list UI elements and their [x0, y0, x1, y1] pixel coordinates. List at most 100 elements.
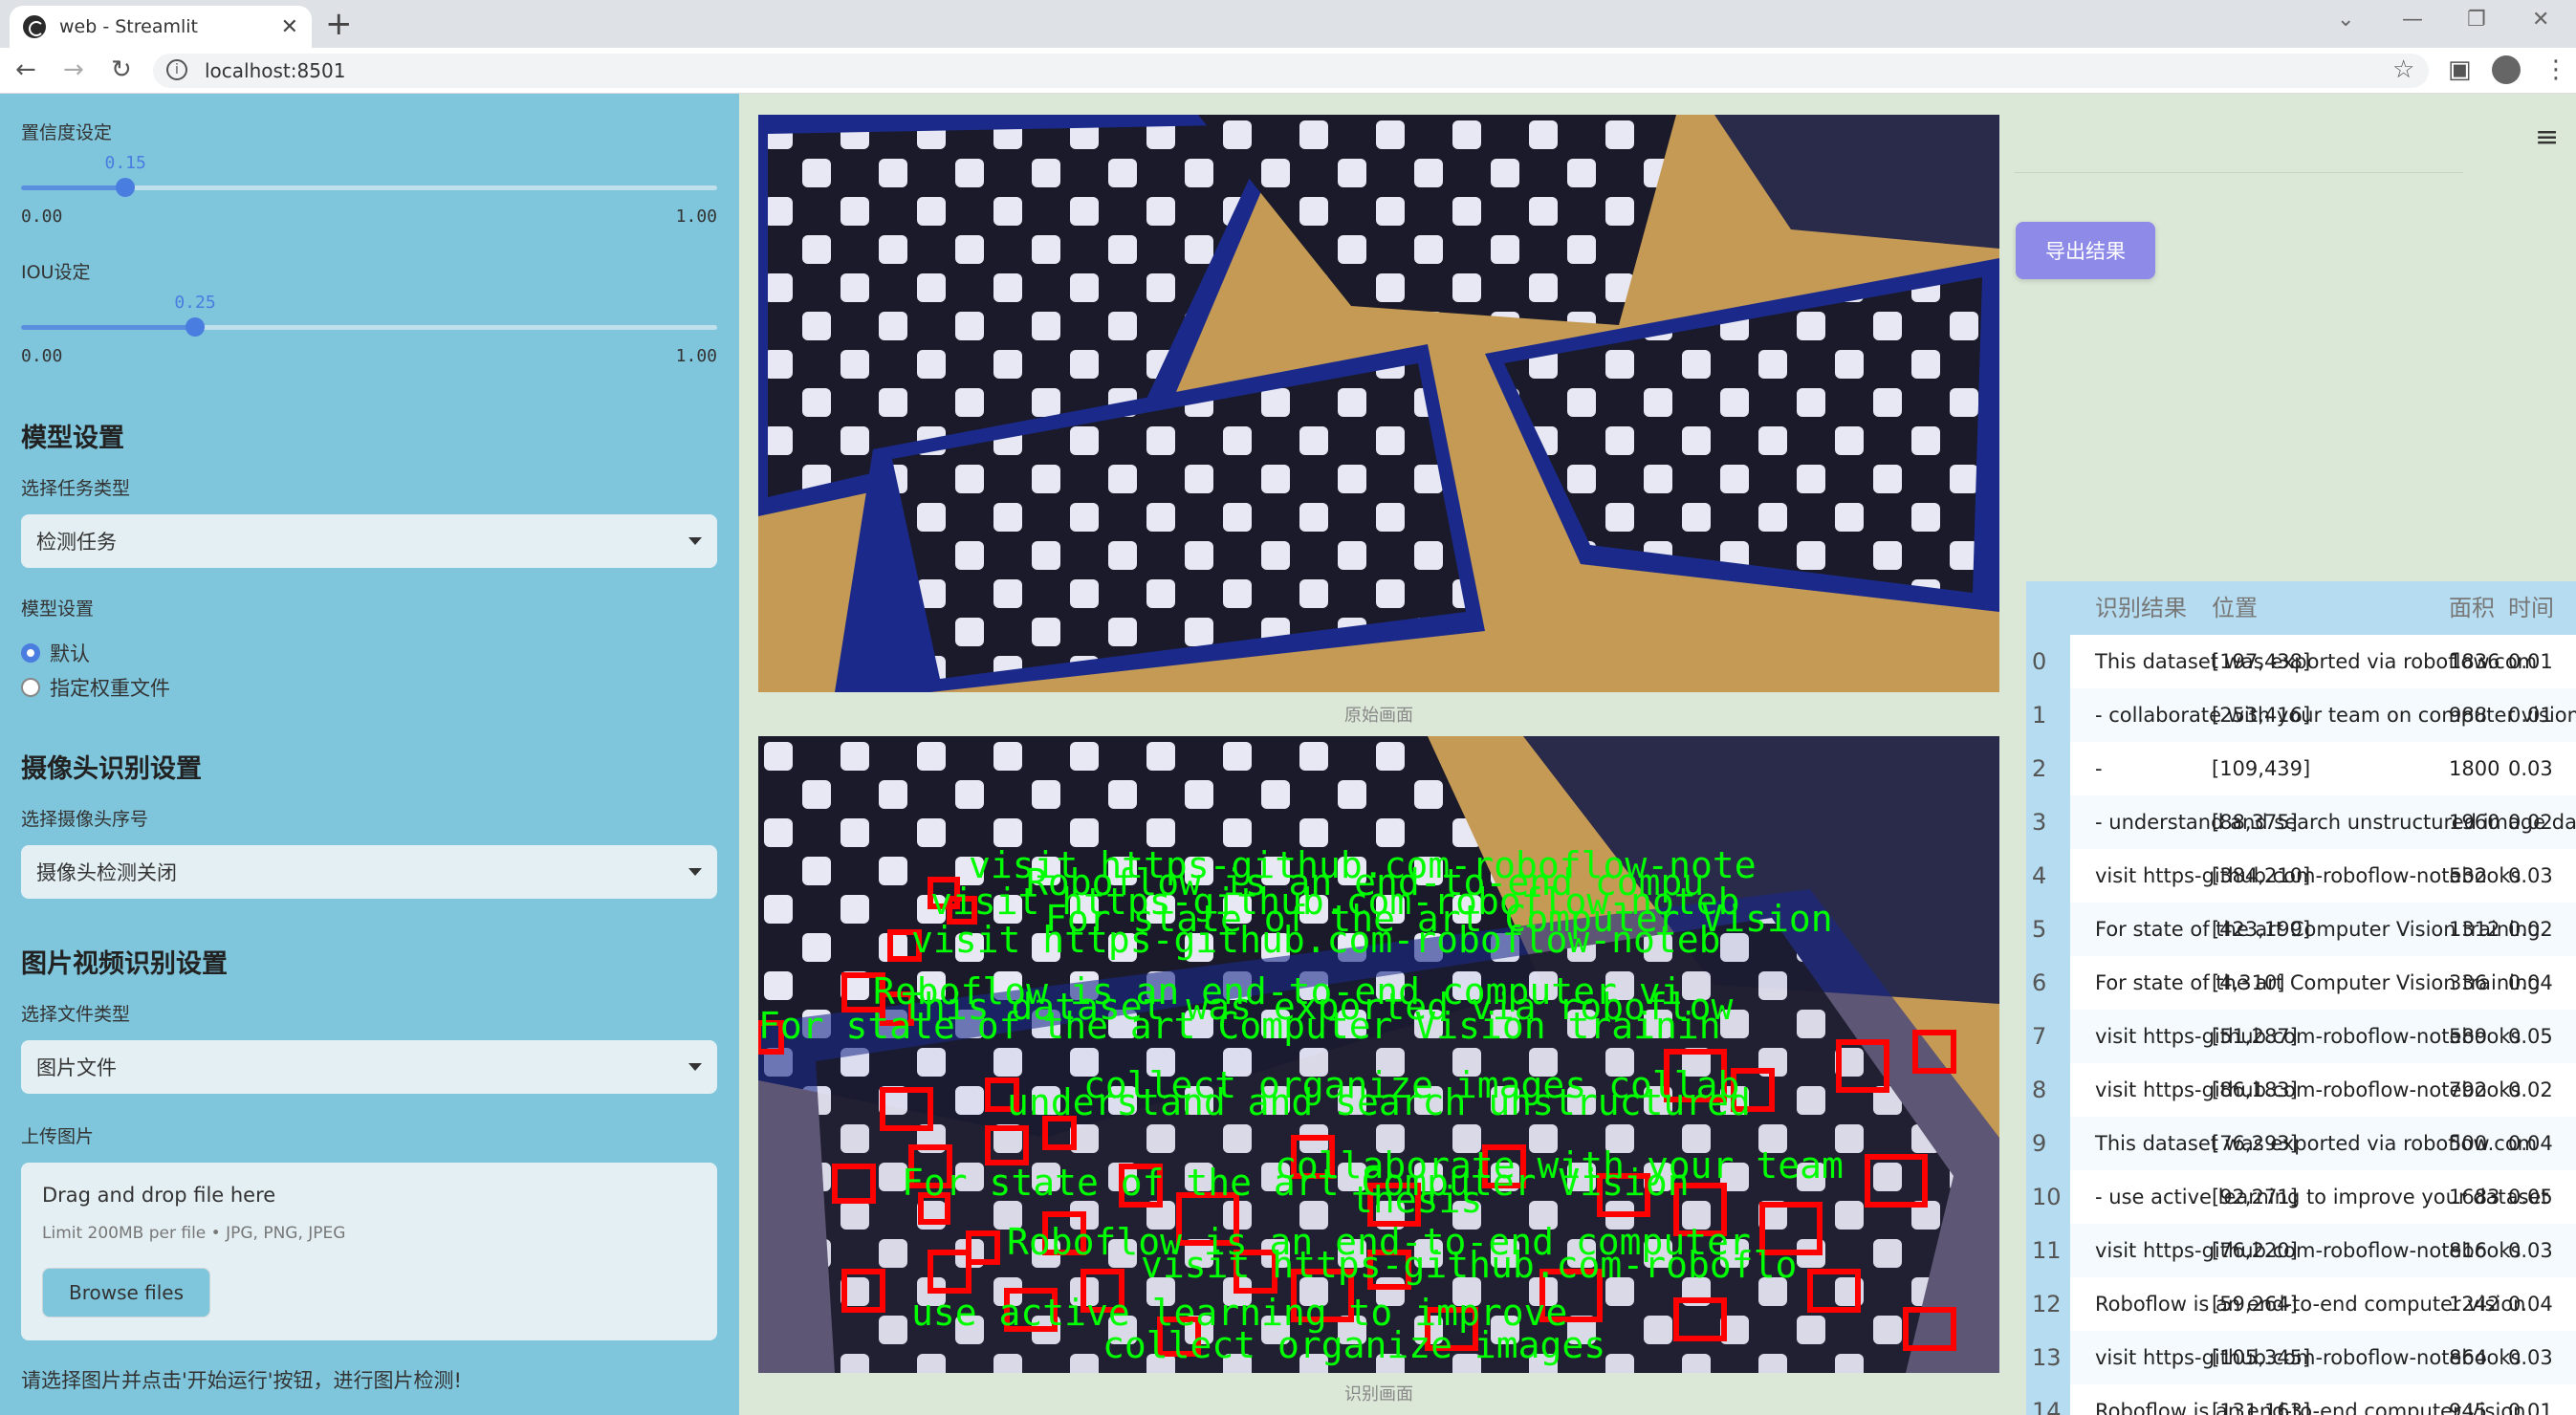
tab-title: web - Streamlit	[59, 16, 198, 37]
chevron-down-icon	[688, 537, 702, 545]
table-row[interactable]: 5 For state of the art Computer Vision tr…	[2026, 903, 2576, 956]
slider-min: 0.00	[21, 346, 63, 366]
side-panel-icon[interactable]: ▣	[2448, 55, 2472, 84]
table-cell: 988	[2449, 704, 2488, 727]
radio-label: 指定权重文件	[50, 677, 170, 700]
table-row[interactable]: 14 Roboflow is an end-to-end computer vis…	[2026, 1384, 2576, 1415]
table-row[interactable]: 10- use active learning to improve your …	[2026, 1170, 2576, 1224]
table-cell: 11	[2026, 1224, 2070, 1277]
table-row[interactable]: 4 visit https-github.com-roboflow-noteboo…	[2026, 849, 2576, 903]
streamlit-favicon-icon	[23, 15, 46, 38]
slider-value: 0.25	[174, 293, 216, 313]
radio-label: 默认	[50, 642, 90, 665]
slider-min: 0.00	[21, 207, 63, 227]
task-type-select[interactable]: 检测任务	[21, 514, 717, 568]
result-image-canvas: visit https-github.com-roboflow-noteRobo…	[758, 736, 1999, 1373]
table-row[interactable]: 8 visit https-github.com-roboflow-noteboo…	[2026, 1063, 2576, 1117]
result-caption: 识别画面	[1344, 1384, 1413, 1404]
file-type-select[interactable]: 图片文件	[21, 1040, 717, 1094]
table-cell: 12	[2026, 1277, 2070, 1331]
table-cell: 1	[2026, 688, 2070, 742]
table-cell: [51,287]	[2212, 1025, 2298, 1048]
table-cell: 1312	[2449, 918, 2500, 941]
table-cell: 9	[2026, 1117, 2070, 1170]
profile-avatar[interactable]	[2492, 55, 2521, 84]
table-row[interactable]: 0 This dataset was exported via roboflow.…	[2026, 635, 2576, 688]
table-cell: 336	[2449, 971, 2488, 994]
file-dropzone[interactable]: Drag and drop file here Limit 200MB per …	[21, 1163, 717, 1340]
original-image-canvas	[758, 115, 1999, 692]
back-icon[interactable]: ←	[15, 55, 36, 84]
table-cell: 0.04	[2508, 1293, 2553, 1316]
table-cell: [4,310]	[2212, 971, 2285, 994]
radio-default[interactable]: 默认	[21, 639, 90, 667]
table-cell: 0.01	[2508, 650, 2553, 673]
table-row[interactable]: 11 visit https-github.com-roboflow-notebo…	[2026, 1224, 2576, 1277]
reload-icon[interactable]: ↻	[111, 55, 132, 84]
detection-label: collect organize images	[1102, 1324, 1605, 1366]
table-cell: [59,264]	[2212, 1293, 2298, 1316]
export-results-button[interactable]: 导出结果	[2016, 222, 2155, 279]
table-cell: 5	[2026, 903, 2070, 956]
detection-label: visit https-github.com-roboflo	[1141, 1244, 1797, 1286]
new-tab-icon[interactable]: +	[325, 6, 353, 42]
table-cell: [76,220]	[2212, 1239, 2298, 1262]
table-row[interactable]: 13 visit https-github.com-roboflow-notebo…	[2026, 1331, 2576, 1384]
camera-select[interactable]: 摄像头检测关闭	[21, 845, 717, 899]
detection-label: understand and search unstructured	[1007, 1081, 1751, 1123]
table-cell: 0	[2026, 635, 2070, 688]
iou-label: IOU设定	[21, 262, 91, 283]
table-cell: 0.03	[2508, 1239, 2553, 1262]
row-background	[2070, 742, 2576, 795]
radio-checked-icon[interactable]	[21, 643, 40, 663]
site-info-icon[interactable]: i	[166, 59, 187, 80]
url-field[interactable]: i localhost:8501	[153, 54, 2429, 88]
table-header-cell: 位置	[2212, 595, 2258, 621]
slider-max: 1.00	[675, 207, 717, 227]
table-row[interactable]: 2 - [109,439] 1800 0.03	[2026, 742, 2576, 795]
table-cell: 6	[2026, 956, 2070, 1010]
bookmark-star-icon[interactable]: ☆	[2392, 55, 2414, 84]
table-cell: - collaborate with your team on computer…	[2095, 704, 2576, 727]
upload-label: 上传图片	[21, 1126, 95, 1147]
detection-label: For state of the art Computer Vision	[902, 1162, 1690, 1204]
table-cell: 0.04	[2508, 971, 2553, 994]
table-row[interactable]: 7 visit https-github.com-roboflow-noteboo…	[2026, 1010, 2576, 1063]
table-cell: 8	[2026, 1063, 2070, 1117]
restore-icon[interactable]: ❐	[2467, 8, 2486, 32]
table-cell: [131,163]	[2212, 1400, 2311, 1415]
browse-files-button[interactable]: Browse files	[42, 1268, 210, 1317]
camera-label: 选择摄像头序号	[21, 809, 149, 830]
camera-section-title: 摄像头识别设置	[21, 754, 202, 784]
slider-max: 1.00	[675, 346, 717, 366]
browser-tab[interactable]: web - Streamlit ✕	[10, 6, 312, 48]
results-table[interactable]: 识别结果 位置 面积 时间 0 This dataset was exported via…	[2026, 581, 2576, 1415]
table-cell: 4	[2026, 849, 2070, 903]
app-menu-icon[interactable]: ≡	[2535, 120, 2559, 154]
table-row[interactable]: 1 - collaborate with your team on compute…	[2026, 688, 2576, 742]
minimize-icon[interactable]: —	[2402, 8, 2423, 32]
slider-thumb[interactable]	[186, 317, 205, 337]
table-cell: 2	[2026, 742, 2070, 795]
close-window-icon[interactable]: ✕	[2532, 8, 2549, 32]
table-cell: 0.03	[2508, 864, 2553, 887]
radio-unchecked-icon[interactable]	[21, 678, 40, 697]
table-row[interactable]: 3 - understand and search unstructured im…	[2026, 795, 2576, 849]
main-area: ≡ 导出结果 原始画面 visit https-github.com-robof…	[739, 94, 2576, 1415]
table-row[interactable]: 9 This dataset was exported via roboflow.…	[2026, 1117, 2576, 1170]
close-tab-icon[interactable]: ✕	[281, 15, 298, 39]
original-image	[758, 115, 1999, 692]
table-row[interactable]: 6 For state of the art Computer Vision tr…	[2026, 956, 2576, 1010]
table-cell: 1836	[2449, 650, 2500, 673]
forward-icon[interactable]: →	[63, 55, 84, 84]
table-cell: 0.01	[2508, 704, 2553, 727]
table-cell: 0.04	[2508, 1132, 2553, 1155]
radio-custom-weights[interactable]: 指定权重文件	[21, 673, 170, 702]
table-row[interactable]: 12 Roboflow is an end-to-end computer vis…	[2026, 1277, 2576, 1331]
tab-search-icon[interactable]: ⌄	[2337, 8, 2354, 32]
detection-label: thesis	[1351, 1179, 1482, 1221]
browser-menu-icon[interactable]: ⋮	[2543, 55, 2568, 84]
slider-thumb[interactable]	[116, 178, 136, 197]
table-cell: [253,416]	[2212, 704, 2311, 727]
table-cell: -	[2095, 757, 2103, 780]
